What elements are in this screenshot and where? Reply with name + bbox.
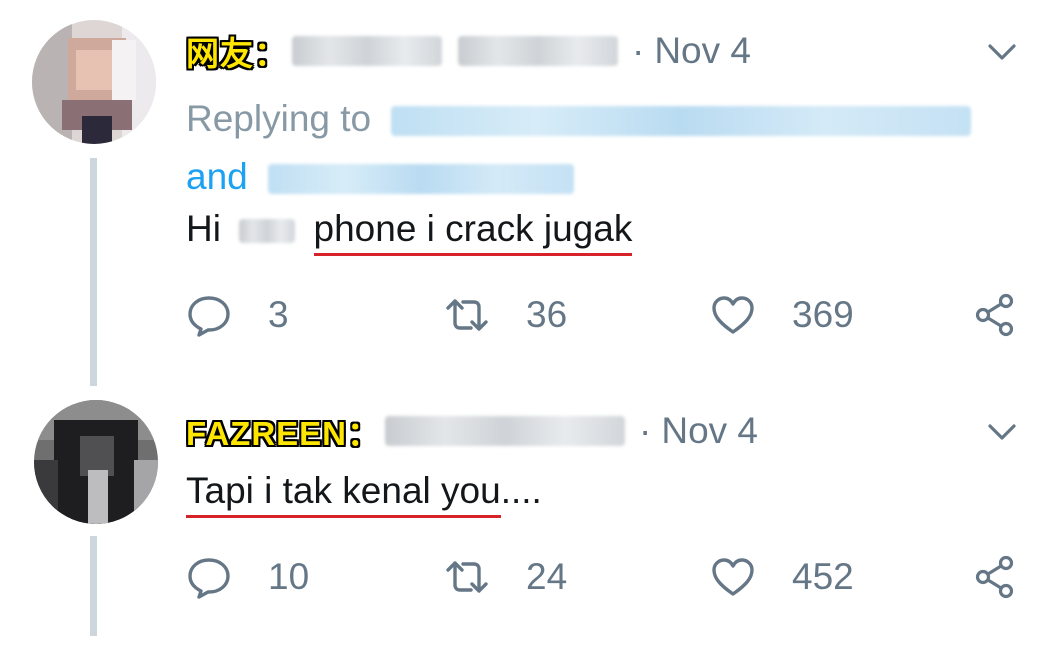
avatar[interactable] xyxy=(32,20,156,144)
reply-icon xyxy=(188,296,230,337)
retweet-icon xyxy=(446,299,488,331)
retweet-count: 36 xyxy=(526,294,568,335)
tweet-text: Tapi i tak kenal you.... xyxy=(186,470,542,518)
tweet-text-suffix: .... xyxy=(500,470,542,511)
name-tag: FAZREEN： xyxy=(186,415,382,452)
name-tag: 网友： xyxy=(186,35,288,72)
blurred-mention[interactable] xyxy=(268,164,575,195)
reply-button[interactable]: 3 xyxy=(186,290,289,340)
thread-line xyxy=(90,158,97,386)
replying-and: and xyxy=(186,156,248,197)
share-icon xyxy=(975,555,1014,599)
chevron-down-icon[interactable] xyxy=(984,414,1020,450)
like-count: 452 xyxy=(792,556,854,597)
tweet-text: Hi phone i crack jugak xyxy=(186,208,633,256)
tweet-header: 网友： · Nov 4 xyxy=(186,26,751,76)
like-icon xyxy=(712,558,754,596)
tweet-text-highlight: Tapi i tak kenal you xyxy=(186,470,501,518)
thread-line xyxy=(90,536,97,636)
blurred-display-name xyxy=(385,416,626,446)
reply-button[interactable]: 10 xyxy=(186,552,309,602)
tweet-header: FAZREEN： · Nov 4 xyxy=(186,406,758,456)
reply-icon xyxy=(188,558,230,599)
tweet-text-highlight: phone i crack jugak xyxy=(313,208,633,256)
avatar[interactable] xyxy=(34,400,158,524)
retweet-count: 24 xyxy=(526,556,568,597)
blurred-mentions[interactable] xyxy=(391,106,972,137)
reply-count: 3 xyxy=(268,294,289,335)
tweet[interactable]: 网友： · Nov 4 Replying to and Hi phone i c… xyxy=(0,0,1060,390)
action-bar: 3 36 369 xyxy=(186,290,1020,340)
like-button[interactable]: 369 xyxy=(710,290,854,340)
chevron-down-icon[interactable] xyxy=(984,34,1020,70)
action-bar: 10 24 452 xyxy=(186,552,1020,602)
retweet-button[interactable]: 36 xyxy=(444,290,567,340)
share-button[interactable] xyxy=(972,290,1018,340)
share-button[interactable] xyxy=(972,552,1018,602)
date-separator: · xyxy=(639,410,652,451)
like-count: 369 xyxy=(792,294,854,335)
date-separator: · xyxy=(632,30,645,71)
retweet-button[interactable]: 24 xyxy=(444,552,567,602)
tweet-date[interactable]: Nov 4 xyxy=(661,410,758,452)
tweet-date[interactable]: Nov 4 xyxy=(654,30,751,72)
tweet-text-prefix: Hi xyxy=(186,208,221,249)
replying-label: Replying to xyxy=(186,98,372,139)
replying-to: Replying to and xyxy=(186,90,972,206)
like-button[interactable]: 452 xyxy=(710,552,854,602)
tweet[interactable]: FAZREEN： · Nov 4 Tapi i tak kenal you...… xyxy=(0,390,1060,649)
blurred-handle xyxy=(458,36,618,66)
like-icon xyxy=(712,296,754,334)
reply-count: 10 xyxy=(268,556,310,597)
retweet-icon xyxy=(446,561,488,593)
blurred-display-name xyxy=(292,36,442,66)
blurred-name xyxy=(239,219,296,244)
share-icon xyxy=(975,293,1014,337)
